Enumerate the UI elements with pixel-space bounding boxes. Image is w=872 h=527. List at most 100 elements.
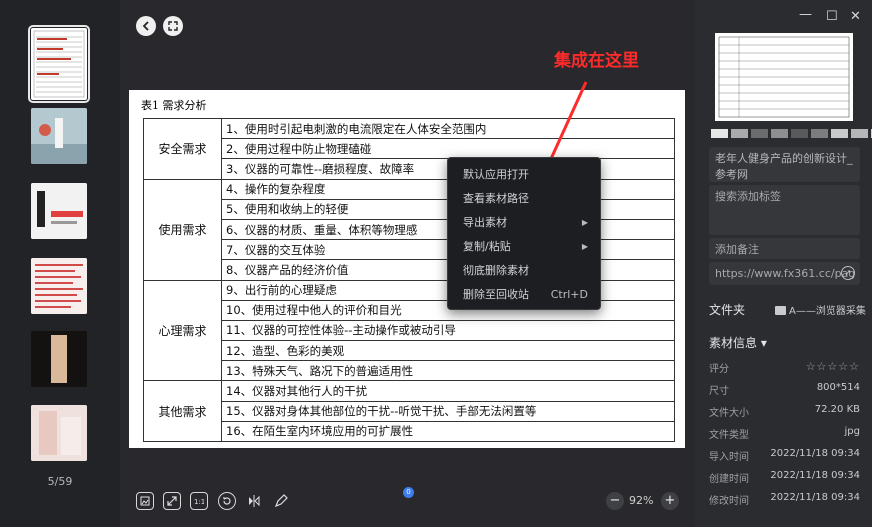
folder-link[interactable]: A——浏览器采集 [775,302,866,317]
thumbnail-item[interactable] [31,258,87,314]
expand-button[interactable] [163,492,181,510]
table-row: 12、造型、色彩的美观 [144,340,675,362]
svg-text:1:1: 1:1 [194,498,204,506]
pen-icon [274,494,288,508]
info-row-created-time: 创建时间 2022/11/18 09:34 [709,470,860,485]
image-icon [140,496,150,506]
inspector-panel: — ☐ ✕ 老年人健身产品的创新设计_参考网 搜索添加标签 添加备注 https… [695,0,872,527]
note-input[interactable]: 添加备注 [709,238,860,259]
color-swatch[interactable] [831,129,848,138]
close-icon[interactable]: ✕ [850,9,861,24]
info-label: 修改时间 [709,496,749,507]
submenu-arrow-icon: ▶ [581,242,588,251]
open-link-icon[interactable]: ➚ [841,266,855,280]
info-label: 评分 [709,364,729,375]
thumbnail-item[interactable] [31,331,87,387]
thumbnail-dark-image [31,331,87,387]
thumbnail-item[interactable] [28,25,90,103]
requirement-cell: 11、仪器的可控性体验--主动操作或被动引导 [221,319,675,342]
chevron-left-icon [142,21,149,31]
zoom-out-button[interactable]: − [606,492,624,510]
flip-button[interactable] [245,492,263,510]
menu-item-open-default[interactable]: 默认应用打开 [448,163,600,187]
info-label: 文件类型 [709,430,749,441]
color-swatch[interactable] [711,129,728,138]
actual-size-button[interactable]: 1:1 [190,492,208,510]
annotation-count-badge: 0 [403,487,414,498]
table-row: 16、在陌生室内环境应用的可扩展性 [144,420,675,443]
thumbnail-photo-image [31,108,87,164]
menu-item-label: 彻底删除素材 [463,264,529,277]
rotate-icon [223,497,231,505]
color-swatch[interactable] [791,129,808,138]
thumbnail-item[interactable] [31,405,87,461]
info-value: jpg [844,426,860,437]
menu-item-delete-permanently[interactable]: 彻底删除素材 [448,259,600,283]
back-button[interactable] [136,16,156,36]
thumbnail-pink-image [31,405,87,461]
maximize-icon[interactable]: ☐ [826,9,838,24]
zoom-level: 92% [629,494,654,507]
table-row: 11、仪器的可控性体验--主动操作或被动引导 [144,319,675,342]
fullscreen-button[interactable] [163,16,183,36]
category-cell: 心理需求 [143,279,222,382]
thumbnail-item[interactable] [31,108,87,164]
menu-item-view-path[interactable]: 查看素材路径 [448,187,600,211]
minimize-icon[interactable]: — [799,7,812,22]
rating-stars[interactable]: ☆☆☆☆☆ [806,360,860,373]
color-swatch[interactable] [771,129,788,138]
requirement-cell: 12、造型、色彩的美观 [221,340,675,362]
menu-item-copy-paste[interactable]: 复制/粘贴 ▶ [448,235,600,259]
url-text: https://www.fx361.cc/pag [715,267,856,280]
submenu-arrow-icon: ▶ [581,218,588,227]
fullscreen-icon [168,21,178,31]
thumbnail-document-image [33,30,85,98]
info-value: 2022/11/18 09:34 [770,448,860,459]
folder-label: 文件夹 [709,303,746,317]
info-label: 尺寸 [709,386,729,397]
table-row: 其他需求 14、仪器对其他行人的干扰 [143,380,675,442]
actual-size-icon: 1:1 [194,498,204,506]
folder-icon [775,306,786,315]
zoom-in-button[interactable]: + [661,492,679,510]
requirement-cell: 15、仪器对身体其他部位的干扰--听觉干扰、手部无法闲置等 [221,400,675,422]
requirement-cell: 13、特殊天气、路况下的普遍适用性 [221,360,675,382]
menu-item-label: 查看素材路径 [463,192,529,205]
title-field[interactable]: 老年人健身产品的创新设计_参考网 [709,147,860,182]
thumbnail-text-image [31,258,87,314]
requirement-cell: 16、在陌生室内环境应用的可扩展性 [221,420,675,443]
requirement-cell: 14、仪器对其他行人的干扰 [221,380,675,402]
tag-input[interactable]: 搜索添加标签 [709,185,860,235]
info-row-rating: 评分 ☆☆☆☆☆ [709,360,860,375]
color-palette [711,129,872,138]
category-cell: 使用需求 [143,178,222,281]
info-value: 800*514 [816,382,860,393]
info-row-file-type: 文件类型 jpg [709,426,860,441]
folder-name: A——浏览器采集 [789,306,866,317]
table-row: 15、仪器对身体其他部位的干扰--听觉干扰、手部无法闲置等 [144,400,675,422]
menu-item-move-to-trash[interactable]: 删除至回收站 Ctrl+D [448,283,600,307]
info-value: 2022/11/18 09:34 [770,492,860,503]
menu-item-export[interactable]: 导出素材 ▶ [448,211,600,235]
color-swatch[interactable] [811,129,828,138]
flip-icon [249,495,260,507]
annotate-button[interactable] [272,492,290,510]
document-title: 表1 需求分析 [141,99,207,112]
info-label: 创建时间 [709,474,749,485]
menu-shortcut: Ctrl+D [550,288,588,301]
color-swatch[interactable] [851,129,868,138]
thumbnail-item[interactable] [31,183,87,239]
expand-icon [167,496,177,506]
info-label: 导入时间 [709,452,749,463]
info-section-header[interactable]: 素材信息 ▾ [709,334,767,351]
table-row: 13、特殊天气、路况下的普遍适用性 [144,360,675,382]
info-label: 文件大小 [709,408,749,419]
color-swatch[interactable] [731,129,748,138]
rotate-button[interactable] [218,492,236,510]
image-tool-button[interactable] [136,492,154,510]
menu-item-label: 默认应用打开 [463,168,529,181]
menu-item-label: 删除至回收站 [463,288,529,301]
url-field[interactable]: https://www.fx361.cc/pag ➚ [709,262,860,285]
color-swatch[interactable] [751,129,768,138]
info-row-modified-time: 修改时间 2022/11/18 09:34 [709,492,860,507]
